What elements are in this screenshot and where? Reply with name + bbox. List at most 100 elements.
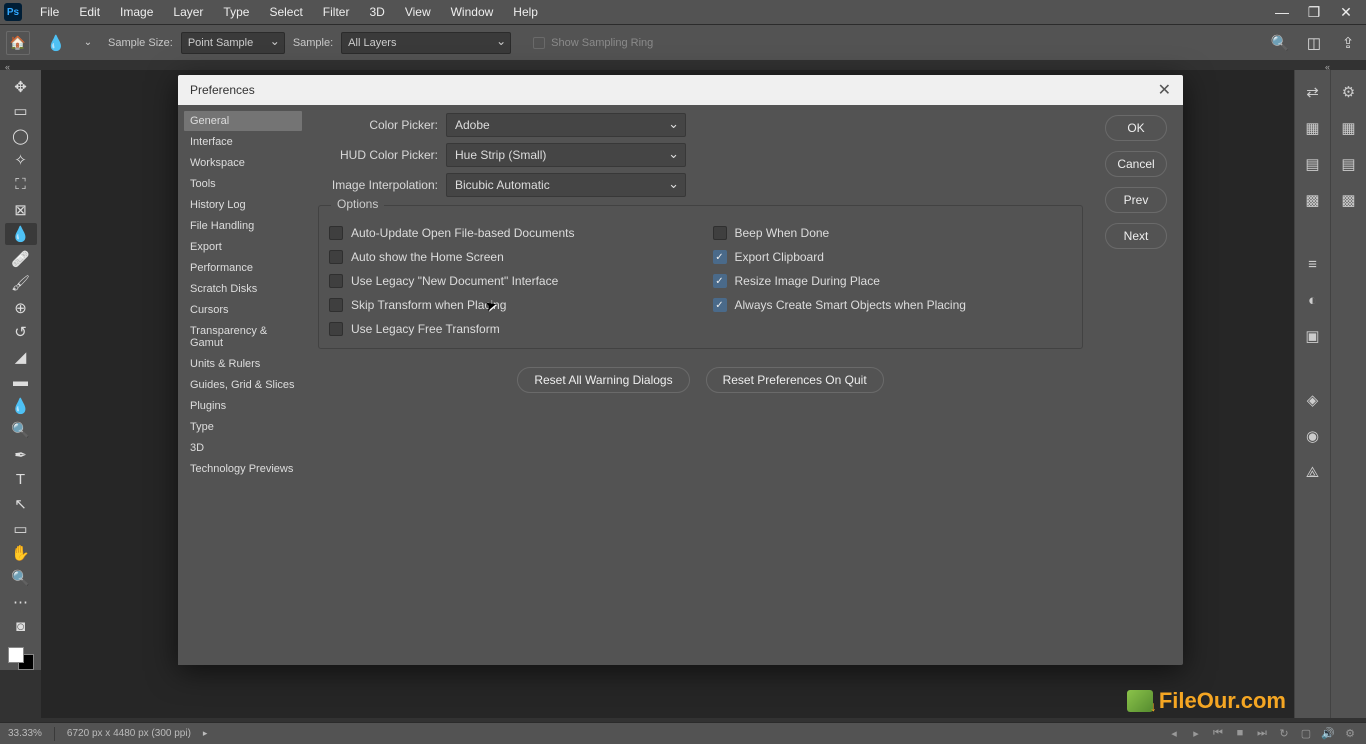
- zoom-tool-icon[interactable]: 🔍: [5, 567, 37, 589]
- properties-panel-icon[interactable]: ⚙: [1337, 80, 1361, 104]
- healing-brush-tool-icon[interactable]: 🩹: [5, 248, 37, 270]
- marquee-tool-icon[interactable]: ▭: [5, 101, 37, 123]
- sidebar-item-tech-previews[interactable]: Technology Previews: [184, 459, 302, 479]
- search-icon[interactable]: 🔍: [1268, 31, 1292, 55]
- loop-icon[interactable]: ↻: [1276, 727, 1292, 740]
- libraries-panel-icon[interactable]: ▣: [1301, 324, 1325, 348]
- share-icon[interactable]: ⇪: [1336, 31, 1360, 55]
- stop-icon[interactable]: ■: [1232, 727, 1248, 740]
- move-tool-icon[interactable]: ✥: [5, 76, 37, 98]
- opt-skip-transform[interactable]: Skip Transform when Placing: [329, 298, 689, 312]
- menu-view[interactable]: View: [395, 1, 441, 23]
- window-minimize-icon[interactable]: —: [1266, 4, 1298, 20]
- sidebar-item-units[interactable]: Units & Rulers: [184, 354, 302, 374]
- menu-filter[interactable]: Filter: [313, 1, 360, 23]
- history-brush-tool-icon[interactable]: ↺: [5, 321, 37, 343]
- show-sampling-ring-checkbox[interactable]: Show Sampling Ring: [533, 37, 653, 49]
- adjustments-panel-icon[interactable]: ≡: [1301, 252, 1325, 276]
- crop-tool-icon[interactable]: ⛶: [5, 174, 37, 196]
- sidebar-item-3d[interactable]: 3D: [184, 438, 302, 458]
- blur-tool-icon[interactable]: 💧: [5, 395, 37, 417]
- rectangle-tool-icon[interactable]: ▭: [5, 518, 37, 540]
- sidebar-item-performance[interactable]: Performance: [184, 258, 302, 278]
- sidebar-item-general[interactable]: General: [184, 111, 302, 131]
- magic-wand-tool-icon[interactable]: ✧: [5, 150, 37, 172]
- window-restore-icon[interactable]: ❐: [1298, 4, 1330, 21]
- prev-icon[interactable]: ◂: [1166, 727, 1182, 740]
- paths-panel-icon[interactable]: ⟁: [1301, 460, 1325, 484]
- sidebar-item-export[interactable]: Export: [184, 237, 302, 257]
- sidebar-item-workspace[interactable]: Workspace: [184, 153, 302, 173]
- lasso-tool-icon[interactable]: ◯: [5, 125, 37, 147]
- menu-edit[interactable]: Edit: [69, 1, 110, 23]
- sidebar-item-cursors[interactable]: Cursors: [184, 300, 302, 320]
- eyedropper-current-icon[interactable]: 💧: [44, 31, 68, 55]
- sidebar-item-file-handling[interactable]: File Handling: [184, 216, 302, 236]
- forward-icon[interactable]: ⏭: [1254, 727, 1270, 740]
- workspace-icon[interactable]: ◫: [1302, 31, 1326, 55]
- settings-icon[interactable]: ⚙: [1342, 727, 1358, 740]
- dodge-tool-icon[interactable]: 🔍: [5, 420, 37, 442]
- doc-info[interactable]: 6720 px x 4480 px (300 ppi): [67, 728, 191, 739]
- color-picker-dropdown[interactable]: Adobe: [446, 113, 686, 137]
- styles-panel-icon[interactable]: ◐: [1301, 288, 1325, 312]
- sidebar-item-transparency[interactable]: Transparency & Gamut: [184, 321, 302, 353]
- opt-resize-place[interactable]: ✓Resize Image During Place: [713, 274, 1073, 288]
- reset-prefs-button[interactable]: Reset Preferences On Quit: [706, 367, 884, 393]
- chevron-right-icon[interactable]: ▸: [203, 728, 208, 739]
- sidebar-item-scratch-disks[interactable]: Scratch Disks: [184, 279, 302, 299]
- opt-smart-objects[interactable]: ✓Always Create Smart Objects when Placin…: [713, 298, 1073, 312]
- opt-legacy-free-transform[interactable]: Use Legacy Free Transform: [329, 322, 689, 336]
- frame-tool-icon[interactable]: ⊠: [5, 199, 37, 221]
- next-button[interactable]: Next: [1105, 223, 1167, 249]
- reset-warnings-button[interactable]: Reset All Warning Dialogs: [517, 367, 689, 393]
- menu-type[interactable]: Type: [213, 1, 259, 23]
- gradients-panel-icon[interactable]: ▤: [1301, 152, 1325, 176]
- layers-panel-icon[interactable]: ◈: [1301, 388, 1325, 412]
- eraser-tool-icon[interactable]: ◢: [5, 346, 37, 368]
- opt-legacy-newdoc[interactable]: Use Legacy "New Document" Interface: [329, 274, 689, 288]
- hand-tool-icon[interactable]: ✋: [5, 542, 37, 564]
- eyedropper-tool-icon[interactable]: 💧: [5, 223, 37, 245]
- sidebar-item-history-log[interactable]: History Log: [184, 195, 302, 215]
- menu-help[interactable]: Help: [503, 1, 548, 23]
- menu-3d[interactable]: 3D: [359, 1, 394, 23]
- swatches-panel-icon[interactable]: ▦: [1301, 116, 1325, 140]
- interpolation-dropdown[interactable]: Bicubic Automatic: [446, 173, 686, 197]
- color-panel-icon[interactable]: ⇄: [1301, 80, 1325, 104]
- menu-file[interactable]: File: [30, 1, 69, 23]
- more-tools-icon[interactable]: ⋯: [5, 591, 37, 613]
- menu-image[interactable]: Image: [110, 1, 163, 23]
- pen-tool-icon[interactable]: ✒: [5, 444, 37, 466]
- play-icon[interactable]: ▸: [1188, 727, 1204, 740]
- opt-auto-update[interactable]: Auto-Update Open File-based Documents: [329, 226, 689, 240]
- gradient-tool-icon[interactable]: ▬: [5, 371, 37, 393]
- dropdown-icon[interactable]: ⌄: [76, 31, 100, 55]
- path-selection-tool-icon[interactable]: ↖: [5, 493, 37, 515]
- opt-export-clipboard[interactable]: ✓Export Clipboard: [713, 250, 1073, 264]
- zoom-level[interactable]: 33.33%: [8, 728, 42, 739]
- opt-auto-home[interactable]: Auto show the Home Screen: [329, 250, 689, 264]
- sidebar-item-plugins[interactable]: Plugins: [184, 396, 302, 416]
- prev-button[interactable]: Prev: [1105, 187, 1167, 213]
- sidebar-item-tools[interactable]: Tools: [184, 174, 302, 194]
- clone-stamp-tool-icon[interactable]: ⊕: [5, 297, 37, 319]
- actions-panel-icon[interactable]: ▤: [1337, 152, 1361, 176]
- color-swatches[interactable]: [8, 647, 34, 670]
- opt-beep[interactable]: Beep When Done: [713, 226, 1073, 240]
- cancel-button[interactable]: Cancel: [1105, 151, 1167, 177]
- home-icon[interactable]: 🏠: [6, 31, 30, 55]
- patterns-panel-icon[interactable]: ▩: [1301, 188, 1325, 212]
- frame-icon[interactable]: ▢: [1298, 727, 1314, 740]
- foreground-swatch[interactable]: [8, 647, 24, 663]
- sample-size-dropdown[interactable]: Point Sample: [181, 32, 285, 54]
- menu-layer[interactable]: Layer: [163, 1, 213, 23]
- brush-tool-icon[interactable]: 🖌: [5, 272, 37, 294]
- close-icon[interactable]: ✕: [1158, 80, 1171, 100]
- info-panel-icon[interactable]: ▩: [1337, 188, 1361, 212]
- type-tool-icon[interactable]: T: [5, 469, 37, 491]
- window-close-icon[interactable]: ✕: [1330, 4, 1362, 21]
- hud-picker-dropdown[interactable]: Hue Strip (Small): [446, 143, 686, 167]
- ok-button[interactable]: OK: [1105, 115, 1167, 141]
- sample-dropdown[interactable]: All Layers: [341, 32, 511, 54]
